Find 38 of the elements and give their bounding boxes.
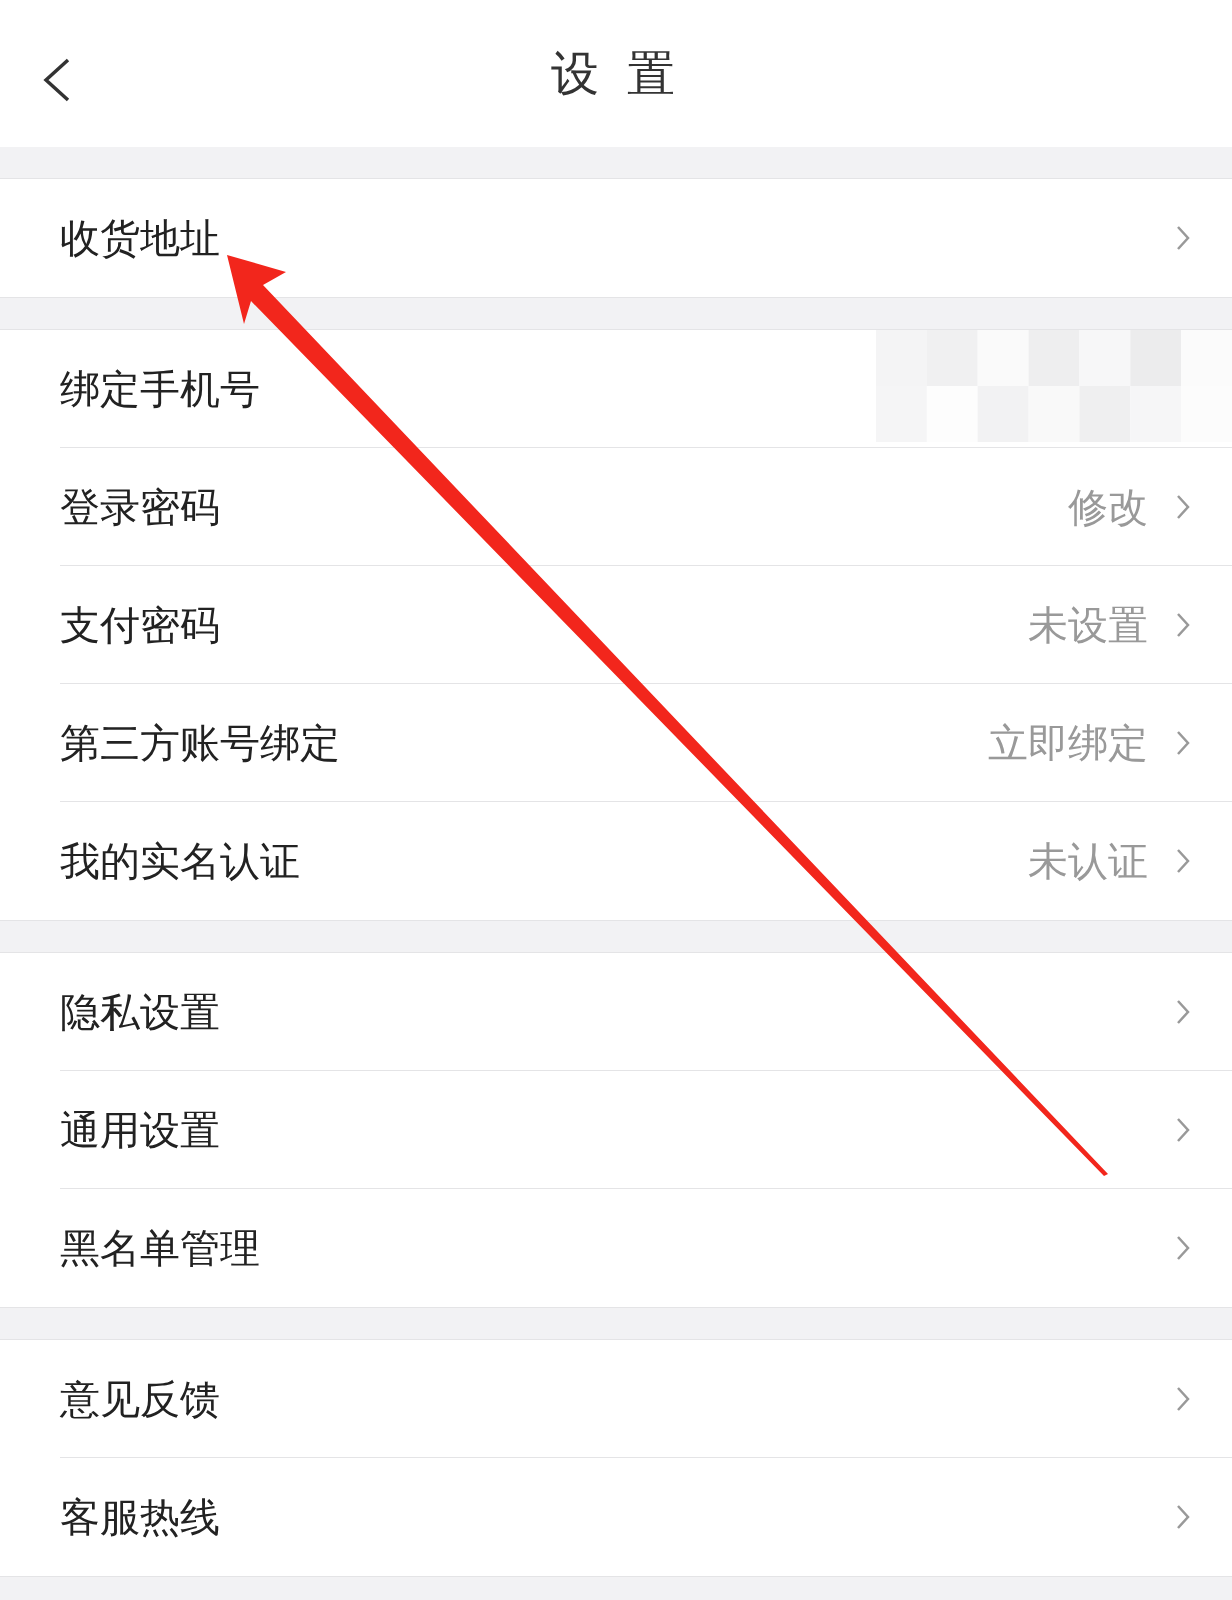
settings-row[interactable]: 绑定手机号 — [0, 330, 1232, 448]
settings-row[interactable]: 客服热线 — [0, 1458, 1232, 1576]
chevron-icon — [1176, 1386, 1190, 1412]
settings-row[interactable]: 黑名单管理 — [0, 1189, 1232, 1307]
chevron-icon — [1176, 1235, 1190, 1261]
row-label: 意见反馈 — [60, 1374, 220, 1424]
chevron-icon — [1176, 612, 1190, 638]
row-label: 通用设置 — [60, 1105, 220, 1155]
settings-row[interactable]: 意见反馈 — [0, 1340, 1232, 1458]
row-label: 绑定手机号 — [60, 364, 260, 414]
row-value: 未设置 — [1028, 600, 1148, 650]
settings-row[interactable]: 收货地址 — [0, 179, 1232, 297]
chevron-icon — [1176, 494, 1190, 520]
settings-row[interactable]: 登录密码 修改 — [0, 448, 1232, 566]
chevron-icon — [1176, 225, 1190, 251]
row-label: 支付密码 — [60, 600, 220, 650]
chevron-icon — [1176, 1117, 1190, 1143]
row-label: 隐私设置 — [60, 987, 220, 1037]
row-label: 登录密码 — [60, 482, 220, 532]
row-label: 收货地址 — [60, 213, 220, 263]
settings-row[interactable]: 支付密码 未设置 — [0, 566, 1232, 684]
row-label: 我的实名认证 — [60, 836, 300, 886]
chevron-icon — [1176, 848, 1190, 874]
chevron-icon — [1176, 1504, 1190, 1530]
back-icon[interactable] — [42, 58, 72, 102]
settings-row[interactable]: 隐私设置 — [0, 953, 1232, 1071]
row-value: 立即绑定 — [988, 718, 1148, 768]
settings-row[interactable]: 我的实名认证 未认证 — [0, 802, 1232, 920]
row-value: 修改 — [1068, 482, 1148, 532]
row-label: 客服热线 — [60, 1492, 220, 1542]
page-title: 设 置 — [551, 43, 681, 103]
row-label: 第三方账号绑定 — [60, 718, 340, 768]
settings-row[interactable]: 第三方账号绑定 立即绑定 — [0, 684, 1232, 802]
settings-row[interactable]: 通用设置 — [0, 1071, 1232, 1189]
row-label: 黑名单管理 — [60, 1223, 260, 1273]
chevron-icon — [1176, 730, 1190, 756]
chevron-icon — [1176, 999, 1190, 1025]
row-value: 未认证 — [1028, 836, 1148, 886]
